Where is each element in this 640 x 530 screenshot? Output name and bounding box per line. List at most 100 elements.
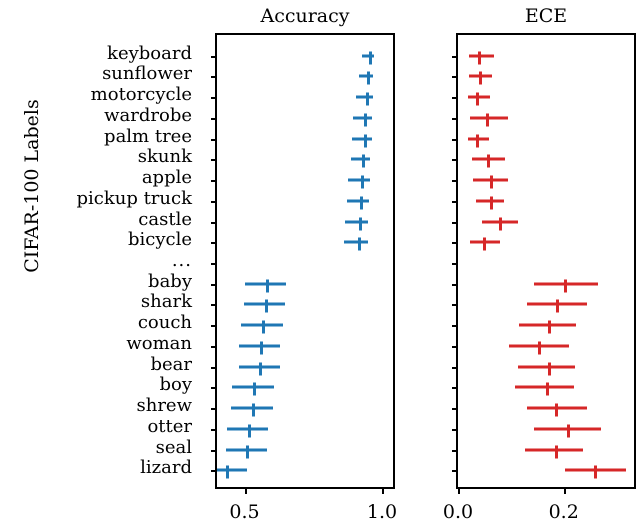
y-tick-mark — [211, 366, 217, 369]
plot-area-ece: 0.0 0.2 — [443, 35, 634, 523]
y-tick-mark — [211, 428, 217, 431]
errorbar-ece-motorcycle — [467, 92, 490, 106]
y-tick-label-otter: otter — [147, 415, 192, 437]
y-tick-mark — [211, 387, 217, 390]
errorbar-ece-palm-tree — [467, 134, 489, 148]
errorbar-ece-otter — [534, 424, 601, 438]
errorbar-center-marker — [262, 320, 266, 334]
errorbar-accuracy-seal — [225, 445, 267, 459]
errorbar-center-marker — [245, 445, 249, 459]
y-tick-mark — [452, 304, 458, 307]
y-tick-mark — [452, 387, 458, 390]
errorbar-ece-castle — [482, 217, 518, 231]
errorbar-center-marker — [566, 424, 570, 438]
errorbar-center-marker — [367, 71, 371, 85]
panel-accuracy-title: Accuracy — [260, 5, 350, 27]
errorbar-center-marker — [537, 341, 541, 355]
errorbar-center-marker — [482, 237, 486, 251]
errorbar-center-marker — [358, 217, 362, 231]
y-tick-mark — [452, 97, 458, 100]
x-tick-label: 1.0 — [366, 501, 398, 523]
errorbar-ece-baby — [534, 279, 598, 293]
x-tick-mark — [458, 487, 460, 494]
x-tick-label: 0.2 — [548, 501, 579, 523]
errorbar-accuracy-skunk — [350, 154, 371, 168]
y-tick-mark — [211, 242, 217, 245]
y-tick-label-keyboard: keyboard — [107, 42, 192, 64]
y-tick-label-boy: boy — [159, 374, 192, 396]
y-tick-mark — [211, 138, 217, 141]
y-tick-mark — [452, 449, 458, 452]
panel-ece: ECE 0.0 0.2 — [443, 5, 636, 523]
errorbar-center-marker — [364, 113, 368, 127]
figure-canvas: CIFAR-100 Labels keyboard sunflower motorc… — [0, 0, 640, 530]
y-tick-mark — [452, 242, 458, 245]
y-tick-label-palm-tree: palm tree — [104, 125, 192, 147]
errorbar-center-marker — [476, 92, 480, 106]
errorbar-center-marker — [593, 465, 597, 479]
y-tick-label-sunflower: sunflower — [102, 63, 192, 85]
errorbar-center-marker — [225, 465, 229, 479]
errorbar-accuracy-baby — [245, 279, 286, 293]
errorbar-center-marker — [489, 196, 493, 210]
y-tick-mark — [452, 200, 458, 203]
errorbar-center-marker — [363, 134, 367, 148]
errorbar-ece-bear — [517, 362, 576, 376]
x-tick-mark — [244, 487, 247, 494]
errorbar-center-marker — [253, 382, 257, 396]
errorbar-center-marker — [476, 134, 480, 148]
errorbar-ece-skunk — [471, 154, 506, 168]
y-tick-mark — [211, 345, 217, 348]
y-tick-mark — [452, 159, 458, 162]
errorbar-ece-shrew — [526, 403, 588, 417]
errorbar-ece-boy — [515, 382, 574, 396]
errorbar-accuracy-lizard — [217, 465, 247, 479]
errorbar-accuracy-keyboard — [362, 51, 374, 65]
errorbar-center-marker — [247, 424, 251, 438]
errorbar-ece-lizard — [565, 465, 627, 479]
y-tick-label-skunk: skunk — [137, 146, 192, 168]
errorbar-center-marker — [548, 362, 552, 376]
errorbar-center-marker — [548, 320, 552, 334]
errorbar-ece-couch — [519, 320, 577, 334]
y-tick-label-shark: shark — [140, 291, 192, 313]
errorbar-accuracy-motorcycle — [356, 92, 373, 106]
errorbar-ece-apple — [472, 175, 508, 189]
errorbar-center-marker — [369, 51, 373, 65]
y-tick-label-lizard: lizard — [140, 457, 192, 479]
errorbar-center-marker — [546, 382, 550, 396]
errorbar-accuracy-shrew — [231, 403, 273, 417]
errorbar-accuracy-wardrobe — [352, 113, 372, 127]
errorbar-accuracy-sunflower — [359, 71, 374, 85]
y-tick-label-baby: baby — [148, 270, 192, 292]
errorbar-accuracy-pickup-truck — [346, 196, 369, 210]
y-tick-mark — [452, 408, 458, 411]
errorbar-center-marker — [362, 154, 366, 168]
y-tick-mark — [211, 200, 217, 203]
x-tick-mark — [382, 487, 384, 494]
y-tick-mark — [211, 283, 217, 286]
panel-ece-title: ECE — [524, 5, 568, 27]
y-tick-label-couch: couch — [137, 312, 192, 334]
y-tick-mark — [452, 428, 458, 431]
errorbar-center-marker — [554, 445, 558, 459]
errorbar-accuracy-apple — [347, 175, 370, 189]
errorbar-ece-pickup-truck — [475, 196, 504, 210]
errorbar-center-marker — [265, 299, 269, 313]
y-tick-mark — [211, 325, 217, 328]
errorbar-center-marker — [361, 175, 365, 189]
y-tick-label-castle: castle — [138, 208, 192, 230]
y-tick-mark — [452, 263, 458, 265]
y-tick-mark — [211, 159, 217, 162]
errorbar-center-marker — [478, 71, 482, 85]
y-tick-mark — [452, 180, 458, 183]
errorbar-ece-seal — [525, 445, 584, 459]
errorbar-center-marker — [499, 217, 503, 231]
panel-accuracy: Accuracy 0.5 1.0 — [211, 5, 397, 523]
errorbar-ece-woman — [509, 341, 569, 355]
errorbar-center-marker — [477, 51, 481, 65]
y-tick-mark — [211, 263, 217, 265]
y-tick-mark — [452, 76, 458, 79]
errorbar-accuracy-woman — [239, 341, 281, 355]
errorbar-accuracy-shark — [243, 299, 286, 313]
